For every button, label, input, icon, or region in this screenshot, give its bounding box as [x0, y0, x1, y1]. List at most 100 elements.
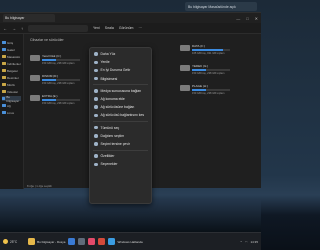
sidebar-item-label: Giriş — [7, 40, 14, 45]
menu-separator — [93, 121, 148, 122]
minimize-button[interactable]: — — [236, 16, 240, 21]
context-menu-item[interactable]: Medya sunucusuna bağlan — [90, 87, 151, 95]
select-icon — [94, 134, 98, 138]
select-all-icon — [94, 125, 98, 130]
clock[interactable]: 14:35 — [250, 240, 258, 244]
sort-button[interactable]: Sırala — [105, 26, 114, 30]
drive-usage-bar — [42, 99, 80, 101]
up-arrow-icon[interactable]: ↑ — [21, 26, 23, 31]
drive-name: PLAGE (H:) — [192, 84, 208, 88]
tab-this-pc[interactable]: Bu bilgisayar — [3, 14, 55, 22]
sidebar-item[interactable]: Resimler — [2, 75, 21, 80]
invert-icon — [94, 142, 98, 146]
drive-item[interactable]: Yerel Disk (C:) 150 GB boş, 238 GB toplam — [30, 54, 80, 65]
drive-item[interactable]: PLAGE (H:) 150 GB boş, 238 GB toplam — [180, 84, 230, 95]
wifi-icon[interactable]: ◠ — [245, 240, 248, 244]
sidebar-item[interactable]: Bu bilgisayar — [2, 94, 21, 103]
drive-name: Yerel Disk (C:) — [42, 54, 62, 58]
drive-usage-bar — [192, 69, 230, 71]
context-menu-item[interactable]: Yenile — [90, 58, 151, 66]
app-icon — [108, 238, 116, 245]
drive-item[interactable]: EXTRA (E:) 150 GB boş, 238 GB toplam — [30, 94, 80, 105]
info-icon — [94, 76, 98, 81]
context-menu-label: Daha Yüz — [100, 52, 116, 57]
taskbar-app[interactable]: Bu bilgisayar - Dosya — [28, 238, 65, 245]
context-menu-item[interactable]: Tümünü seç — [90, 124, 151, 132]
menu-separator — [93, 149, 148, 151]
tab-label: Bu bilgisayar — [5, 16, 25, 20]
context-menu-item[interactable]: Seçimi tersine çevir — [90, 140, 151, 148]
chevron-up-icon[interactable]: ^ — [240, 240, 241, 244]
explorer-icon — [28, 238, 36, 245]
context-menu-item[interactable]: Özellikler — [90, 152, 151, 160]
weather-widget[interactable]: 25°C — [3, 239, 17, 244]
forward-arrow-icon[interactable]: → — [12, 26, 16, 31]
taskbar-app[interactable] — [68, 238, 76, 245]
drive-icon — [30, 75, 40, 81]
taskbar-app[interactable] — [98, 238, 106, 245]
home-icon — [2, 41, 6, 44]
sidebar-item[interactable]: Videolar — [2, 89, 21, 94]
drive-item[interactable]: DISKIM (D:) 150 GB boş, 238 GB toplam — [30, 74, 80, 85]
menu-separator — [93, 84, 148, 86]
sidebar-item[interactable]: Masaüstü — [2, 54, 21, 59]
drive-icon — [30, 95, 40, 101]
drive-usage-bar — [42, 79, 80, 81]
sidebar-item-label: İndirilenler — [7, 61, 21, 66]
context-menu-item[interactable]: Ağ sürücüsüne bağlan — [90, 103, 151, 111]
toolbar: ← → ↑ Yeni Sırala Görünüm ··· — [0, 23, 261, 34]
context-menu-item[interactable]: Daha Yüz — [90, 50, 151, 58]
drive-item[interactable]: DATA (F:) 165 GB boş, 931 GB toplam — [180, 44, 230, 55]
context-menu-label: Dağıtımı seçtim — [100, 133, 125, 138]
options-icon — [94, 162, 98, 167]
back-arrow-icon[interactable]: ← — [3, 26, 7, 31]
sidebar-item[interactable]: Galeri — [2, 47, 21, 52]
taskbar-app[interactable] — [88, 238, 96, 245]
context-menu-item[interactable]: Dağıtımı seçtim — [90, 132, 151, 140]
maximize-button[interactable]: □ — [246, 16, 248, 21]
sidebar-item-label: Bu bilgisayar — [6, 94, 20, 103]
drive-item[interactable]: YEDEK (G:) 150 GB boş, 238 GB toplam — [180, 64, 230, 75]
sidebar-item-label: Linux — [7, 110, 15, 115]
more-options-button[interactable]: ··· — [138, 26, 142, 30]
sidebar-item-label: Müzik — [7, 82, 15, 87]
taskbar-app[interactable]: Windows Haftanda — [108, 238, 143, 245]
drive-icon — [180, 65, 190, 71]
folder-icon — [2, 69, 6, 72]
sidebar-item-label: Masaüstü — [7, 54, 21, 59]
drive-name: DATA (F:) — [192, 44, 205, 48]
sidebar-item-label: Galeri — [7, 47, 16, 52]
add-location-icon — [94, 97, 98, 101]
context-menu-item[interactable]: Ağ konuma ekle — [90, 95, 151, 103]
drive-usage-bar — [192, 89, 230, 91]
context-menu-item[interactable]: Bilgisinsesi — [90, 75, 151, 83]
pc-icon — [2, 97, 6, 100]
sidebar-item[interactable]: Ağ — [2, 103, 21, 108]
context-menu-label: Medya sunucusuna bağlan — [100, 88, 142, 93]
folder-icon — [2, 83, 6, 86]
drive-usage-bar — [192, 49, 230, 51]
notification-banner[interactable]: Bu bilgisayar Masaüstünde açık — [185, 2, 257, 11]
sidebar-item[interactable]: Müzik — [2, 82, 21, 87]
address-bar[interactable] — [28, 24, 88, 32]
context-menu-item[interactable]: Ağ sürücüsü bağlantısını kes — [90, 111, 151, 119]
context-menu-item[interactable]: Seçenekler — [90, 160, 151, 168]
context-menu-label: Ağ konuma ekle — [100, 97, 125, 102]
sun-icon — [3, 239, 8, 244]
close-button[interactable]: ✕ — [255, 16, 258, 21]
sidebar-item[interactable]: Linux — [2, 110, 21, 115]
context-menu-item[interactable]: En İyi Duruma Getir — [90, 66, 151, 74]
sidebar-item[interactable]: Belgeler — [2, 68, 21, 73]
download-icon — [2, 62, 6, 65]
context-menu-label: Seçimi tersine çevir — [100, 141, 130, 146]
sidebar-item[interactable]: İndirilenler — [2, 61, 21, 66]
drive-capacity: 150 GB boş, 238 GB toplam — [42, 102, 75, 105]
taskbar-app[interactable] — [78, 238, 86, 245]
new-button[interactable]: Yeni — [93, 26, 100, 30]
section-title: Cihazlar ve sürücüler — [30, 38, 64, 42]
sidebar-item[interactable]: Giriş — [2, 40, 21, 45]
drive-name: EXTRA (E:) — [42, 94, 58, 98]
system-tray: ^ ◠ 14:35 — [240, 240, 258, 244]
taskbar-app-label: Bu bilgisayar - Dosya — [37, 239, 66, 244]
view-button[interactable]: Görünüm — [119, 26, 134, 30]
